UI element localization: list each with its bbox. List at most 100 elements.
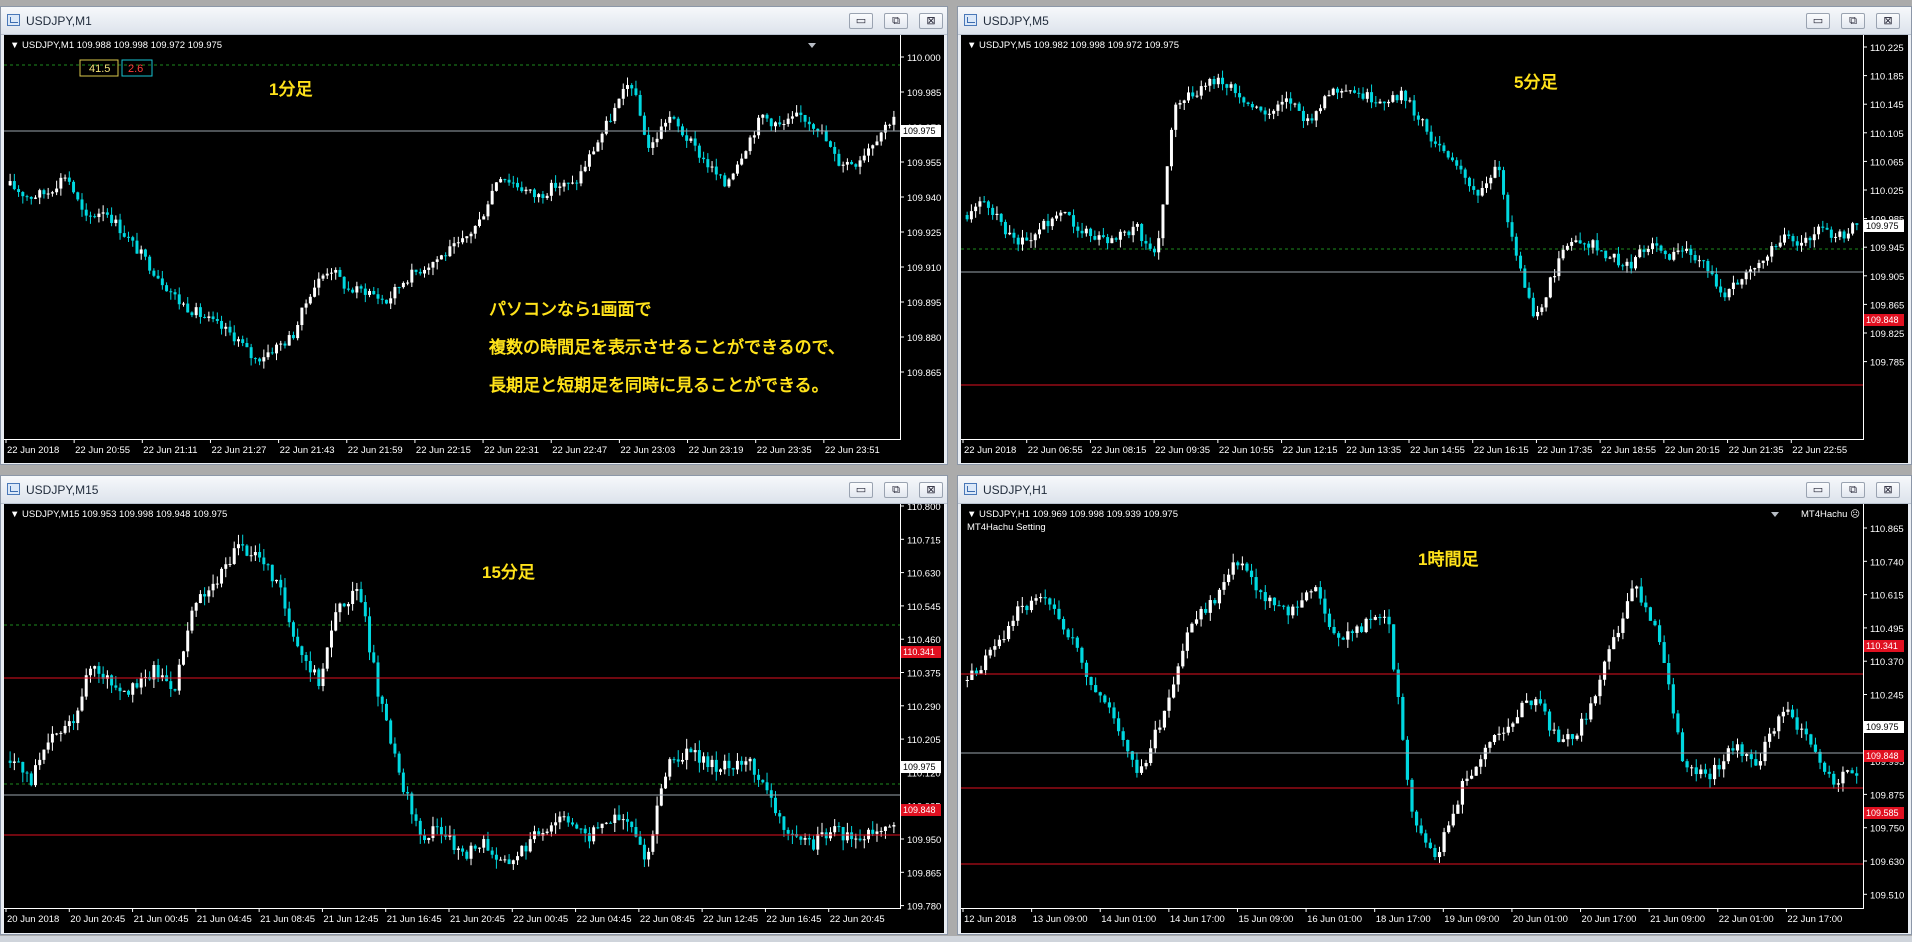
title-bar[interactable]: USDJPY,M5 ▭ ⧉ ⊠ (958, 7, 1911, 35)
candle-body (634, 88, 638, 95)
price-chart-svg[interactable]: ▼ USDJPY,H1 109.969 109.998 109.939 109.… (961, 504, 1908, 933)
title-bar[interactable]: USDJPY,M15 ▭ ⧉ ⊠ (1, 476, 947, 504)
x-tick-label: 22 Jun 14:55 (1410, 445, 1465, 456)
minimize-button[interactable]: ▭ (849, 482, 873, 498)
symbol-header: ▼ USDJPY,M15 109.953 109.998 109.948 109… (10, 509, 227, 520)
timeframe-label: 5分足 (1514, 73, 1557, 92)
candle-body (554, 182, 558, 188)
candle-body (1629, 261, 1633, 269)
candle-body (626, 85, 629, 89)
candle-body (1447, 825, 1451, 833)
candle-body (266, 564, 270, 566)
candle-body (1659, 245, 1663, 251)
close-button[interactable]: ⊠ (1876, 482, 1900, 498)
candle-body (1463, 169, 1467, 178)
close-button[interactable]: ⊠ (919, 13, 943, 29)
candle-body (1323, 598, 1327, 614)
candle-body (165, 285, 169, 292)
candle-body (1304, 592, 1309, 601)
candle-body (1616, 632, 1620, 638)
candle-body (1557, 258, 1561, 277)
candle-body (1364, 618, 1368, 633)
candle-body (380, 696, 384, 704)
candle-body (1795, 241, 1799, 246)
candle-body (330, 272, 333, 274)
candle-body (503, 859, 507, 861)
candle-body (1387, 616, 1391, 625)
candle-body (414, 814, 418, 821)
candle-body (190, 312, 194, 316)
price-chart-svg[interactable]: ▼ USDJPY,M5 109.982 109.998 109.972 109.… (961, 35, 1908, 463)
restore-button[interactable]: ⧉ (884, 13, 908, 29)
candle-body (351, 590, 355, 605)
taskbar-strip (0, 936, 1912, 942)
x-tick-label: 22 Jun 16:45 (766, 914, 821, 925)
y-tick-label: 110.245 (1870, 691, 1904, 702)
ea-name-label[interactable]: MT4Hachu ☹ (1801, 508, 1860, 520)
candle-body (291, 622, 295, 637)
candle-body (1446, 151, 1450, 158)
candle-body (1046, 220, 1050, 227)
candle-body (1778, 242, 1782, 247)
price-chart-svg[interactable]: ▼ USDJPY,M15 109.953 109.998 109.948 109… (4, 504, 944, 933)
candle-body (982, 201, 986, 203)
chart-window-m1[interactable]: USDJPY,M1 ▭ ⧉ ⊠ ▼ USDJPY,M1 109.988 109.… (0, 6, 948, 465)
candle-body (1123, 231, 1127, 233)
candle-body (566, 182, 570, 184)
candle-body (338, 269, 342, 277)
chart-window-m5[interactable]: USDJPY,M5 ▭ ⧉ ⊠ ▼ USDJPY,M5 109.982 109.… (957, 6, 1912, 465)
title-bar[interactable]: USDJPY,H1 ▭ ⧉ ⊠ (958, 476, 1911, 504)
candle-body (1359, 626, 1364, 633)
chart-window-h1[interactable]: USDJPY,H1 ▭ ⧉ ⊠ ▼ USDJPY,H1 109.969 109.… (957, 475, 1912, 935)
candle-body (1097, 235, 1101, 240)
y-tick-label: 109.875 (1870, 790, 1904, 801)
candle-body (731, 768, 735, 770)
candle-body (1593, 696, 1597, 704)
candle-body (1795, 717, 1799, 730)
restore-button[interactable]: ⧉ (1841, 482, 1865, 498)
close-button[interactable]: ⊠ (919, 482, 943, 498)
candle-body (571, 182, 574, 184)
candle-body (67, 721, 71, 727)
candle-body (59, 732, 63, 734)
symbol-header: ▼ USDJPY,H1 109.969 109.998 109.939 109.… (967, 509, 1178, 520)
minimize-button[interactable]: ▭ (1806, 13, 1830, 29)
chart-area[interactable]: ▼ USDJPY,M5 109.982 109.998 109.972 109.… (961, 35, 1908, 463)
candle-body (511, 860, 515, 865)
candle-body (1777, 716, 1781, 732)
x-tick-label: 22 Jun 22:55 (1792, 445, 1847, 456)
candle-body (655, 805, 659, 835)
minimize-button[interactable]: ▭ (1806, 482, 1830, 498)
candle-body (456, 242, 460, 244)
candle-body (435, 826, 439, 828)
candle-body (393, 287, 397, 299)
candle-body (203, 316, 207, 318)
chart-window-m15[interactable]: USDJPY,M15 ▭ ⧉ ⊠ ▼ USDJPY,M15 109.953 10… (0, 475, 948, 935)
candle-body (1425, 119, 1429, 132)
candle-body (127, 690, 130, 695)
price-chart-svg[interactable]: ▼ USDJPY,M1 109.988 109.998 109.972 109.… (4, 35, 944, 463)
candle-body (135, 683, 139, 688)
candle-body (232, 548, 236, 564)
x-tick-label: 22 Jun 23:51 (825, 445, 880, 456)
close-button[interactable]: ⊠ (1876, 13, 1900, 29)
chart-area[interactable]: ▼ USDJPY,M1 109.988 109.998 109.972 109.… (4, 35, 944, 463)
candle-body (1642, 249, 1646, 252)
chart-area[interactable]: ▼ USDJPY,H1 109.969 109.998 109.939 109.… (961, 504, 1908, 933)
candle-body (1217, 589, 1222, 604)
chart-shift-marker (1771, 512, 1779, 517)
title-bar[interactable]: USDJPY,M1 ▭ ⧉ ⊠ (1, 7, 947, 35)
candle-body (511, 182, 515, 184)
candle-body (875, 831, 879, 834)
candle-body (1139, 766, 1144, 773)
y-tick-label: 109.905 (1870, 272, 1904, 283)
price-tag-label: 109.848 (1866, 751, 1899, 761)
minimize-button[interactable]: ▭ (849, 13, 873, 29)
candle-body (1003, 221, 1007, 235)
chart-area[interactable]: ▼ USDJPY,M15 109.953 109.998 109.948 109… (4, 504, 944, 933)
restore-button[interactable]: ⧉ (1841, 13, 1865, 29)
candle-body (1162, 710, 1167, 728)
restore-button[interactable]: ⧉ (884, 482, 908, 498)
price-tag-label: 109.585 (1866, 808, 1899, 818)
candle-body (575, 824, 579, 829)
